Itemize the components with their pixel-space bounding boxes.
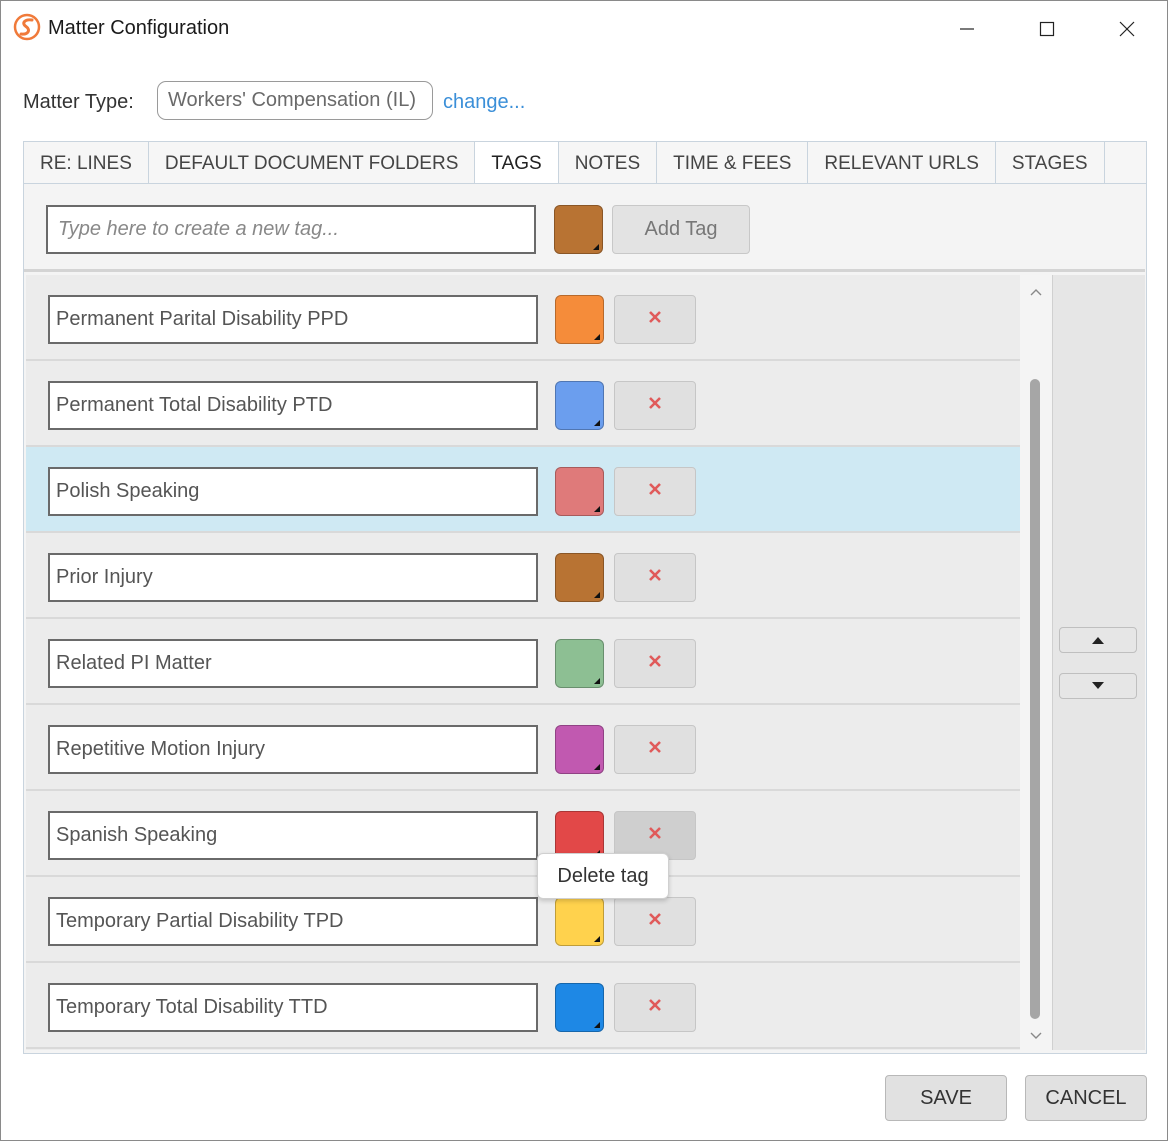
tab-notes[interactable]: NOTES <box>558 142 658 184</box>
tag-name-input[interactable]: Prior Injury <box>48 553 538 602</box>
tag-color-picker[interactable] <box>555 467 604 516</box>
change-matter-type-link[interactable]: change... <box>443 91 525 114</box>
matter-type-field: Workers' Compensation (IL) <box>157 81 433 120</box>
close-x-icon <box>648 396 662 415</box>
delete-tag-button[interactable] <box>614 295 696 344</box>
close-x-icon <box>648 654 662 673</box>
tab-re-lines[interactable]: RE: LINES <box>24 142 149 184</box>
tag-name-input[interactable]: Permanent Total Disability PTD <box>48 381 538 430</box>
tag-color-picker[interactable] <box>555 725 604 774</box>
matter-configuration-window: Matter Configuration Matter Type: Worker… <box>0 0 1168 1141</box>
minimize-icon <box>959 21 975 37</box>
tag-color-picker[interactable] <box>555 295 604 344</box>
delete-tag-button[interactable] <box>614 381 696 430</box>
tag-row[interactable]: Permanent Parital Disability PPD <box>26 275 1020 361</box>
maximize-button[interactable] <box>1007 1 1087 57</box>
tag-row[interactable]: Polish Speaking <box>26 447 1020 533</box>
tag-list-scrollbar[interactable] <box>1024 275 1048 1050</box>
title-bar: Matter Configuration <box>1 1 1167 57</box>
tag-row[interactable]: Temporary Partial Disability TPD <box>26 877 1020 963</box>
tag-row[interactable]: Related PI Matter <box>26 619 1020 705</box>
maximize-icon <box>1039 21 1055 37</box>
tab-default-document-folders[interactable]: DEFAULT DOCUMENT FOLDERS <box>148 142 476 184</box>
tag-row[interactable]: Spanish Speaking <box>26 791 1020 877</box>
triangle-down-icon <box>1092 677 1104 695</box>
move-up-button[interactable] <box>1059 627 1137 653</box>
tag-name-input[interactable]: Repetitive Motion Injury <box>48 725 538 774</box>
triangle-up-icon <box>1092 631 1104 649</box>
save-button[interactable]: SAVE <box>885 1075 1007 1121</box>
tag-name-input[interactable]: Spanish Speaking <box>48 811 538 860</box>
tag-row[interactable]: Repetitive Motion Injury <box>26 705 1020 791</box>
delete-tag-button[interactable] <box>614 897 696 946</box>
delete-tag-button[interactable] <box>614 639 696 688</box>
scrollbar-thumb[interactable] <box>1030 379 1040 1019</box>
tag-name-input[interactable]: Permanent Parital Disability PPD <box>48 295 538 344</box>
reorder-column <box>1052 275 1145 1050</box>
new-tag-row: Add Tag <box>24 184 1145 272</box>
app-logo-icon <box>13 13 41 41</box>
close-x-icon <box>648 912 662 931</box>
new-tag-input[interactable] <box>46 205 536 254</box>
delete-tag-button[interactable] <box>614 467 696 516</box>
matter-type-label: Matter Type: <box>23 91 134 113</box>
window-title: Matter Configuration <box>48 17 230 39</box>
close-x-icon <box>648 310 662 329</box>
tag-row[interactable]: Prior Injury <box>26 533 1020 619</box>
new-tag-color-picker[interactable] <box>554 205 603 254</box>
tag-name-input[interactable]: Related PI Matter <box>48 639 538 688</box>
close-x-icon <box>648 740 662 759</box>
tag-color-picker[interactable] <box>555 381 604 430</box>
tab-relevant-urls[interactable]: RELEVANT URLS <box>808 142 996 184</box>
move-down-button[interactable] <box>1059 673 1137 699</box>
scroll-down-icon[interactable] <box>1030 1027 1042 1045</box>
tab-stages[interactable]: STAGES <box>995 142 1105 184</box>
tag-color-picker[interactable] <box>555 983 604 1032</box>
tag-row[interactable]: Temporary Total Disability TTD <box>26 963 1020 1049</box>
delete-tag-button[interactable] <box>614 983 696 1032</box>
close-x-icon <box>648 998 662 1017</box>
close-x-icon <box>648 568 662 587</box>
tag-name-input[interactable]: Polish Speaking <box>48 467 538 516</box>
tab-time-fees[interactable]: TIME & FEES <box>657 142 809 184</box>
minimize-button[interactable] <box>927 1 1007 57</box>
delete-tag-button[interactable] <box>614 553 696 602</box>
tag-color-picker[interactable] <box>555 553 604 602</box>
tag-name-input[interactable]: Temporary Partial Disability TPD <box>48 897 538 946</box>
delete-tag-button[interactable] <box>614 725 696 774</box>
close-button[interactable] <box>1087 1 1167 57</box>
tab-tags[interactable]: TAGS <box>475 142 559 184</box>
tag-name-input[interactable]: Temporary Total Disability TTD <box>48 983 538 1032</box>
tag-color-picker[interactable] <box>555 897 604 946</box>
scroll-up-icon[interactable] <box>1030 283 1042 301</box>
close-x-icon <box>648 826 662 845</box>
close-x-icon <box>648 482 662 501</box>
close-icon <box>1119 21 1135 37</box>
tag-color-picker[interactable] <box>555 639 604 688</box>
cancel-button[interactable]: CANCEL <box>1025 1075 1147 1121</box>
add-tag-button[interactable]: Add Tag <box>612 205 750 254</box>
tag-row[interactable]: Permanent Total Disability PTD <box>26 361 1020 447</box>
tab-bar: RE: LINES DEFAULT DOCUMENT FOLDERS TAGS … <box>23 141 1147 184</box>
tags-panel: Add Tag Permanent Parital Disability PPD… <box>23 183 1147 1054</box>
tag-list: Permanent Parital Disability PPD Permanen… <box>26 275 1020 1050</box>
delete-tag-tooltip: Delete tag <box>537 853 669 899</box>
